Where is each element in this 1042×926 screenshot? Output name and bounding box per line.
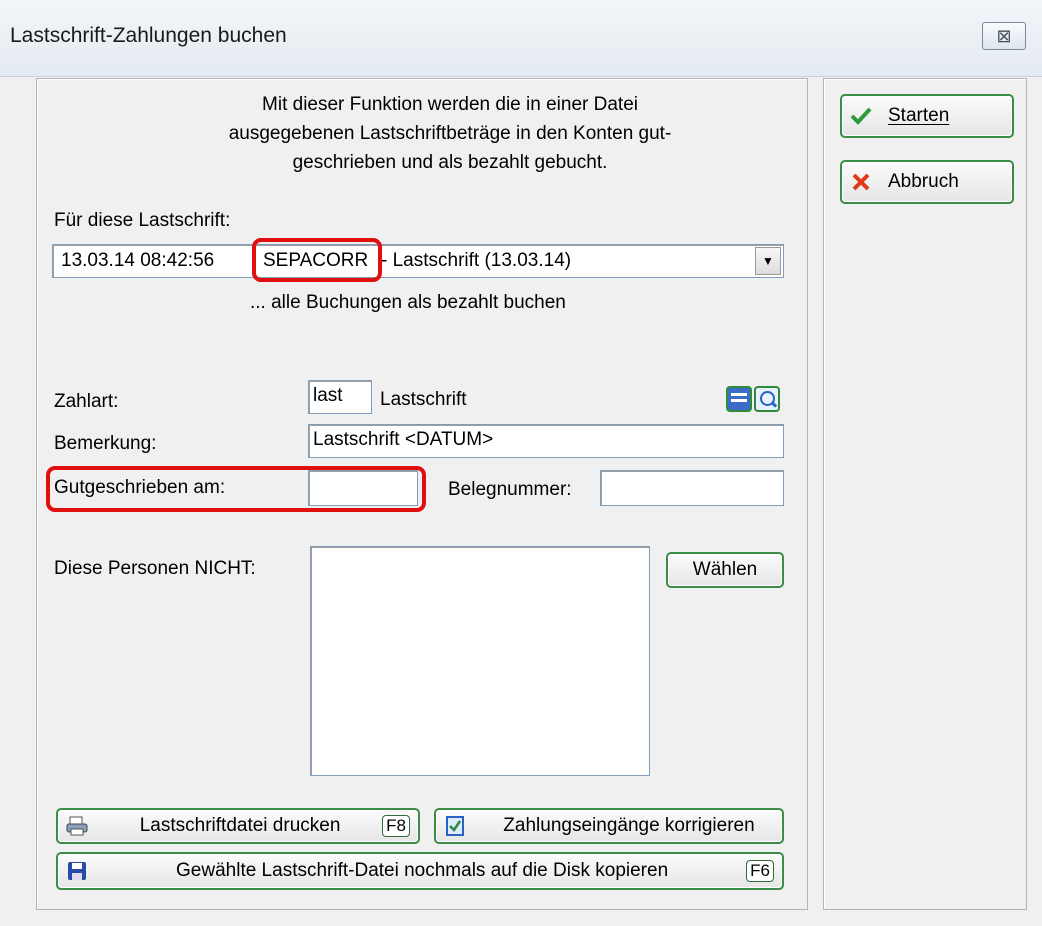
zahlart-label: Zahlart: — [54, 391, 119, 412]
bemerkung-value: Lastschrift <DATUM> — [313, 429, 494, 450]
starten-label: Starten — [888, 105, 950, 126]
title-bar: Lastschrift-Zahlungen buchen ⊠ — [0, 0, 1042, 77]
chevron-down-icon[interactable]: ▼ — [755, 247, 781, 275]
highlight-gutgeschrieben — [46, 466, 426, 512]
lastschrift-date: 13.03.14 08:42:56 — [61, 250, 215, 271]
zahlart-value: last — [313, 385, 343, 406]
personen-label: Diese Personen NICHT: — [54, 558, 256, 579]
intro-line-3: geschrieben und als bezahlt gebucht. — [292, 152, 608, 173]
bemerkung-input[interactable]: Lastschrift <DATUM> — [308, 424, 784, 458]
waehlen-label: Wählen — [692, 559, 758, 580]
close-button[interactable]: ⊠ — [982, 22, 1026, 50]
floppy-disk-icon — [66, 860, 88, 882]
personen-list[interactable] — [310, 546, 650, 776]
lastschrift-label: Für diese Lastschrift: — [54, 210, 231, 231]
lastschrift-select[interactable]: 13.03.14 08:42:56 SEPACORR - Lastschrift… — [52, 244, 784, 278]
bemerkung-label: Bemerkung: — [54, 433, 157, 454]
starten-button[interactable]: Starten — [840, 94, 1014, 138]
kopieren-label: Gewählte Lastschrift-Datei nochmals auf … — [176, 860, 669, 881]
lastschrift-description: - Lastschrift (13.03.14) — [381, 250, 572, 271]
intro-text: Mit dieser Funktion werden die in einer … — [160, 90, 740, 177]
abbruch-button[interactable]: Abbruch — [840, 160, 1014, 204]
dialog-window: Lastschrift-Zahlungen buchen ⊠ Mit diese… — [0, 0, 1042, 926]
close-icon: ⊠ — [996, 25, 1012, 46]
lastschriftdatei-drucken-button[interactable]: Lastschriftdatei drucken F8 — [56, 808, 420, 844]
f8-key-badge: F8 — [382, 815, 410, 837]
checkmark-icon — [850, 105, 872, 127]
search-icon[interactable] — [754, 386, 780, 412]
cancel-x-icon — [850, 171, 872, 193]
checklist-icon — [444, 815, 466, 837]
waehlen-button[interactable]: Wählen — [666, 552, 784, 588]
belegnummer-input[interactable] — [600, 470, 784, 506]
f6-key-badge: F6 — [746, 860, 774, 882]
disk-kopieren-button[interactable]: Gewählte Lastschrift-Datei nochmals auf … — [56, 852, 784, 890]
intro-line-1: Mit dieser Funktion werden die in einer … — [262, 94, 638, 115]
intro-line-2: ausgegebenen Lastschriftbeträge in den K… — [228, 123, 672, 144]
abbruch-label: Abbruch — [888, 171, 959, 192]
printer-icon — [66, 815, 88, 837]
zahlungseingaenge-korrigieren-button[interactable]: Zahlungseingänge korrigieren — [434, 808, 784, 844]
drucken-label: Lastschriftdatei drucken — [139, 815, 341, 836]
list-icon[interactable] — [726, 386, 752, 412]
zahlart-input[interactable]: last — [308, 380, 372, 414]
lastschrift-note: ... alle Buchungen als bezahlt buchen — [250, 292, 566, 313]
belegnummer-label: Belegnummer: — [448, 479, 572, 500]
zahlart-name: Lastschrift — [380, 389, 467, 410]
window-title: Lastschrift-Zahlungen buchen — [10, 24, 287, 47]
highlight-sepacorr — [252, 238, 382, 282]
korrigieren-label: Zahlungseingänge korrigieren — [503, 815, 755, 836]
